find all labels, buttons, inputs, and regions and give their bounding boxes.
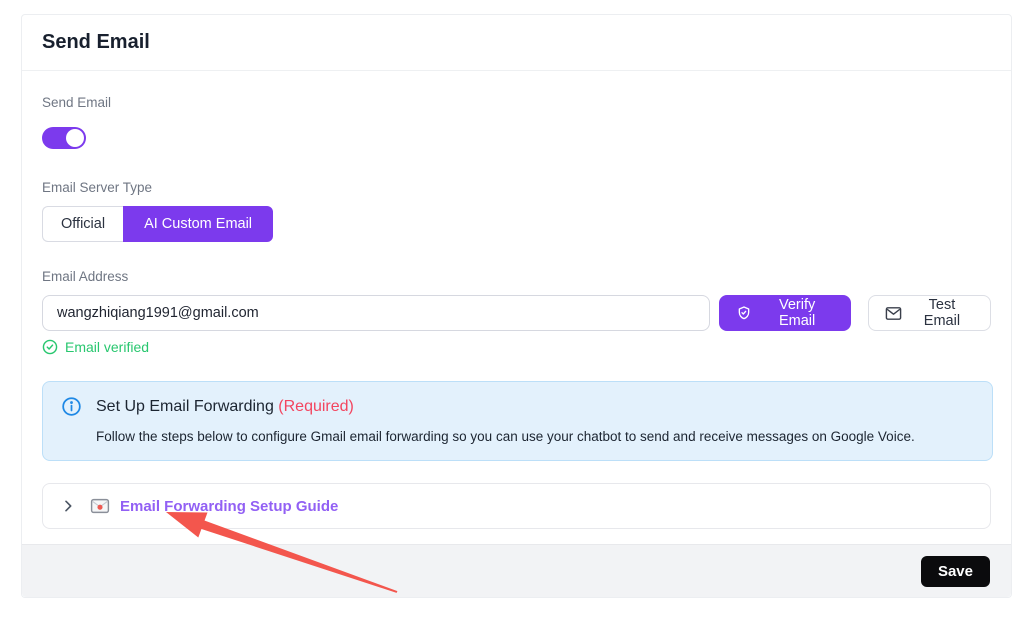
send-email-toggle[interactable] (42, 127, 86, 149)
envelope-icon (885, 306, 902, 321)
verify-email-button[interactable]: Verify Email (719, 295, 851, 331)
panel-body: Send Email Email Server Type Official AI… (22, 71, 1011, 529)
server-type-segmented-control: Official AI Custom Email (42, 206, 273, 242)
server-type-option-ai-custom[interactable]: AI Custom Email (123, 206, 273, 242)
email-address-input[interactable] (42, 295, 710, 331)
server-type-label: Email Server Type (42, 180, 991, 195)
panel-footer: Save (22, 544, 1011, 597)
test-email-button[interactable]: Test Email (868, 295, 991, 331)
toggle-knob (66, 129, 84, 147)
check-circle-icon (42, 339, 58, 355)
send-email-toggle-label: Send Email (42, 95, 991, 110)
save-button[interactable]: Save (921, 556, 990, 587)
verify-email-label: Verify Email (760, 297, 834, 329)
required-note: (Required) (278, 398, 354, 415)
server-type-option-official[interactable]: Official (42, 206, 123, 242)
shield-check-icon (736, 305, 752, 321)
info-circle-icon (61, 396, 82, 417)
test-email-label: Test Email (910, 297, 974, 329)
info-box-description: Follow the steps below to configure Gmai… (96, 429, 974, 444)
email-forwarding-guide-link[interactable]: Email Forwarding Setup Guide (120, 498, 338, 515)
envelope-seal-icon (90, 498, 110, 514)
send-email-panel: Send Email Send Email Email Server Type … (21, 14, 1012, 598)
email-forwarding-info-box: Set Up Email Forwarding (Required) Follo… (42, 381, 993, 461)
email-address-label: Email Address (42, 269, 991, 284)
page-title: Send Email (42, 31, 150, 54)
email-verified-text: Email verified (65, 339, 149, 355)
panel-header: Send Email (22, 15, 1011, 71)
info-box-title: Set Up Email Forwarding (Required) (96, 398, 354, 416)
chevron-right-icon[interactable] (60, 498, 76, 514)
email-verified-status: Email verified (42, 339, 991, 355)
email-forwarding-setup-guide-row[interactable]: Email Forwarding Setup Guide (42, 483, 991, 529)
